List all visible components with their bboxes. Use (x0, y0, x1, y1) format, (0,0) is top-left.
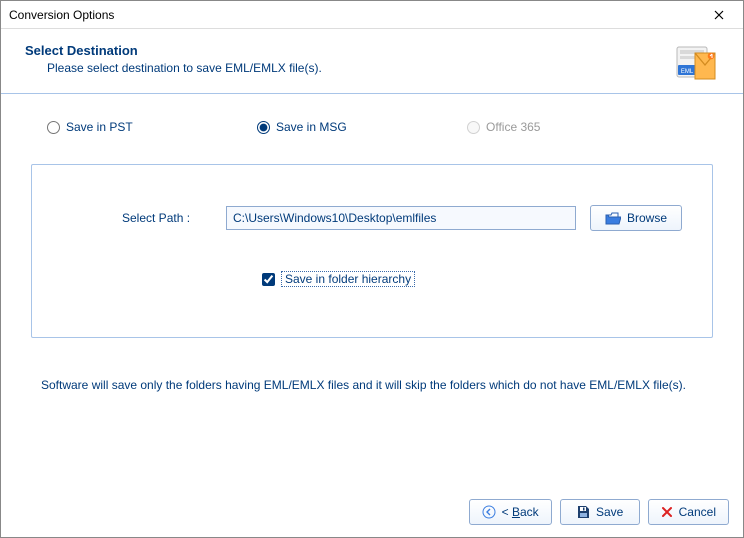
select-path-label: Select Path : (62, 211, 212, 225)
dialog-window: Conversion Options Select Destination Pl… (0, 0, 744, 538)
header: Select Destination Please select destina… (1, 29, 743, 94)
save-button[interactable]: Save (560, 499, 640, 525)
radio-save-pst-label: Save in PST (66, 120, 133, 134)
cancel-x-icon (661, 506, 673, 518)
hierarchy-row: Save in folder hierarchy (262, 271, 682, 287)
options-panel: Select Path : Browse Save in folder hier… (31, 164, 713, 338)
back-arrow-icon (482, 505, 496, 519)
cancel-button[interactable]: Cancel (648, 499, 729, 525)
path-row: Select Path : Browse (62, 205, 682, 231)
eml-file-icon: EML (675, 43, 719, 83)
radio-office365: Office 365 (467, 120, 677, 134)
window-title: Conversion Options (9, 8, 114, 22)
browse-button[interactable]: Browse (590, 205, 682, 231)
radio-save-msg[interactable]: Save in MSG (257, 120, 467, 134)
folder-hierarchy-checkbox[interactable] (262, 273, 275, 286)
titlebar: Conversion Options (1, 1, 743, 29)
folder-hierarchy-label: Save in folder hierarchy (281, 271, 415, 287)
back-button[interactable]: < Back (469, 499, 552, 525)
save-mode-row: Save in PST Save in MSG Office 365 (31, 114, 713, 140)
radio-save-pst[interactable]: Save in PST (47, 120, 257, 134)
button-bar: < Back Save Cancel (1, 489, 743, 537)
close-icon (714, 10, 724, 20)
cancel-label: Cancel (679, 505, 716, 519)
browse-label: Browse (627, 211, 667, 225)
radio-office365-label: Office 365 (486, 120, 540, 134)
save-disk-icon (576, 505, 590, 519)
folder-open-icon (605, 212, 621, 225)
content-area: Save in PST Save in MSG Office 365 Selec… (1, 94, 743, 489)
radio-office365-input (467, 121, 480, 134)
back-label: < Back (502, 505, 539, 519)
header-text: Select Destination Please select destina… (25, 43, 322, 75)
radio-save-msg-label: Save in MSG (276, 120, 347, 134)
radio-save-msg-input[interactable] (257, 121, 270, 134)
info-note: Software will save only the folders havi… (31, 378, 713, 392)
svg-text:EML: EML (681, 69, 694, 75)
header-title: Select Destination (25, 43, 322, 58)
close-button[interactable] (701, 5, 737, 25)
radio-save-pst-input[interactable] (47, 121, 60, 134)
save-label: Save (596, 505, 623, 519)
header-subtitle: Please select destination to save EML/EM… (47, 61, 322, 75)
select-path-input[interactable] (226, 206, 576, 230)
